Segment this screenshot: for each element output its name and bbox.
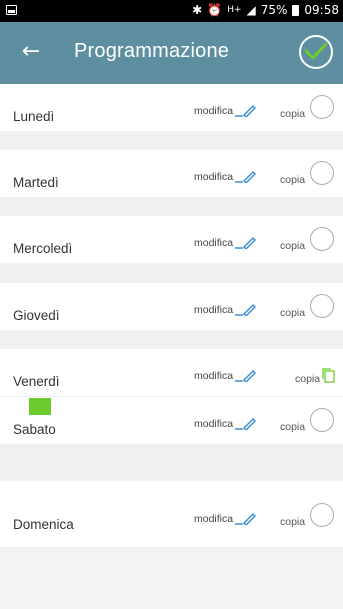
image-icon — [6, 5, 17, 15]
status-bar: ✱ ⏰ H+ ◢ 75% 09:58 — [0, 0, 343, 22]
edit-button[interactable]: modifica — [194, 302, 257, 318]
day-row: Martedì modifica copia — [0, 150, 343, 197]
edit-label: modifica — [194, 304, 234, 316]
copy-label: copia — [280, 516, 306, 528]
copy-select-circle[interactable] — [310, 161, 334, 185]
day-row: Sabato modifica copia — [0, 397, 343, 444]
copy-select-circle[interactable] — [310, 294, 334, 318]
copy-label: copia — [280, 240, 306, 252]
battery-icon — [292, 4, 300, 16]
day-name: Giovedì — [13, 308, 60, 323]
edit-button[interactable]: modifica — [194, 169, 257, 185]
edit-label: modifica — [194, 171, 234, 183]
edit-label: modifica — [194, 105, 234, 117]
copy-select-circle[interactable] — [310, 227, 334, 251]
edit-button[interactable]: modifica — [194, 511, 257, 527]
page-title: Programmazione — [74, 40, 230, 62]
copy-label: copia — [280, 307, 306, 319]
check-circle-icon[interactable] — [299, 35, 333, 69]
app-bar: ← Programmazione — [0, 22, 343, 84]
pencil-icon — [235, 511, 257, 527]
day-row: Domenica modifica copia — [0, 481, 343, 547]
edit-button[interactable]: modifica — [194, 368, 257, 384]
copy-label: copia — [295, 373, 321, 385]
pencil-icon — [235, 235, 257, 251]
day-row: Mercoledì modifica copia — [0, 216, 343, 263]
green-marker — [29, 398, 51, 415]
status-icons: ✱ ⏰ H+ ◢ 75% 09:58 — [192, 3, 339, 17]
pencil-icon — [235, 302, 257, 318]
edit-label: modifica — [194, 370, 234, 382]
pencil-icon — [235, 368, 257, 384]
edit-label: modifica — [194, 418, 234, 430]
bluetooth-icon: ✱ — [192, 3, 203, 17]
copy-label: copia — [280, 174, 306, 186]
edit-button[interactable]: modifica — [194, 235, 257, 251]
copy-label: copia — [280, 108, 306, 120]
day-row: Giovedì modifica copia — [0, 283, 343, 330]
day-name: Sabato — [13, 422, 56, 437]
status-time: 09:58 — [304, 3, 339, 17]
copy-label: copia — [280, 421, 306, 433]
day-name: Martedì — [13, 175, 59, 190]
alarm-icon: ⏰ — [207, 3, 223, 17]
edit-label: modifica — [194, 513, 234, 525]
pencil-icon — [235, 103, 257, 119]
copy-select-circle[interactable] — [310, 408, 334, 432]
battery-text: 75% — [260, 3, 288, 17]
day-name: Lunedì — [13, 109, 55, 124]
pencil-icon — [235, 169, 257, 185]
cell-signal-icon: ◢ — [246, 3, 256, 17]
empty-panel — [0, 547, 343, 609]
day-name: Domenica — [13, 517, 74, 532]
day-name: Venerdì — [13, 374, 60, 389]
edit-button[interactable]: modifica — [194, 103, 257, 119]
copy-select-circle[interactable] — [310, 95, 334, 119]
copy-document-icon[interactable] — [322, 368, 335, 388]
day-name: Mercoledì — [13, 241, 73, 256]
edit-button[interactable]: modifica — [194, 416, 257, 432]
copy-select-circle[interactable] — [310, 503, 334, 527]
edit-label: modifica — [194, 237, 234, 249]
day-row: Venerdì modifica copia — [0, 349, 343, 396]
day-row: Lunedì modifica copia — [0, 84, 343, 131]
hplus-signal-icon: H+ — [227, 5, 242, 15]
pencil-icon — [235, 416, 257, 432]
back-arrow-icon[interactable]: ← — [18, 39, 44, 65]
